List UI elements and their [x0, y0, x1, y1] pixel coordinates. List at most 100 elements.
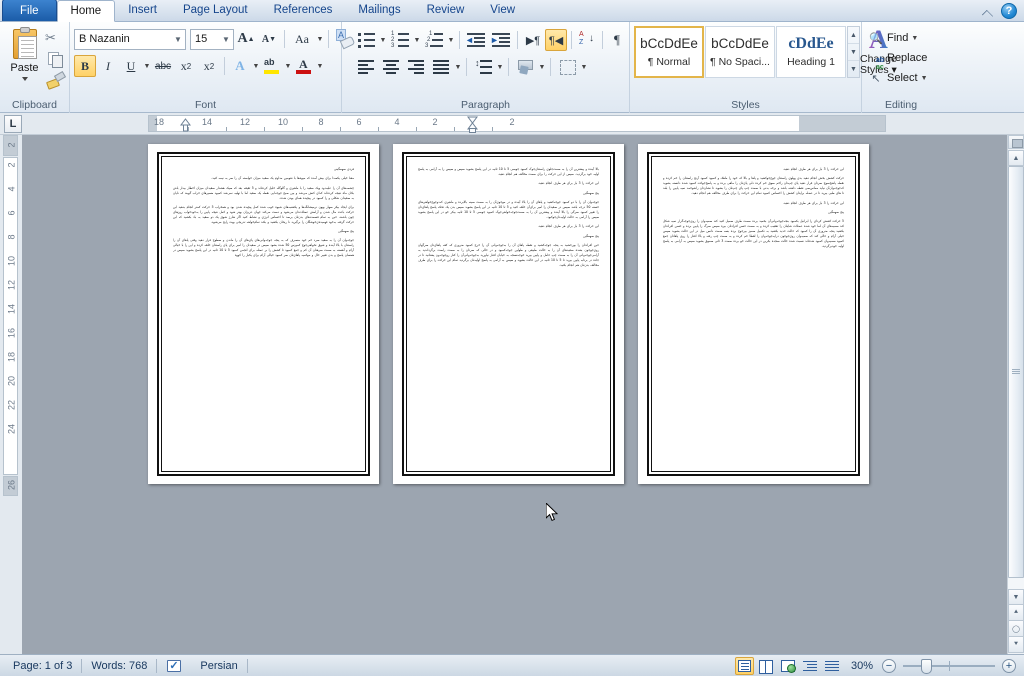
split-window-handle[interactable] [1008, 135, 1024, 149]
change-case-button[interactable]: Aa [289, 28, 315, 50]
font-color-button[interactable]: A [293, 55, 315, 77]
chevron-down-icon[interactable]: ▼ [580, 56, 588, 78]
superscript-button[interactable]: x2 [198, 55, 220, 77]
horizontal-ruler[interactable]: 18 14 12 10 8 6 4 2 2 [148, 115, 886, 133]
align-left-button[interactable] [354, 56, 378, 78]
sort-button[interactable]: A Z ↓ [576, 29, 598, 51]
vertical-ruler[interactable]: 2 2 4 6 8 10 12 14 16 18 20 22 24 26 [0, 135, 22, 654]
style-normal[interactable]: bCcDdEe ¶ Normal [634, 26, 704, 78]
select-button[interactable]: ↖ Select ▼ [866, 68, 928, 88]
tab-review[interactable]: Review [414, 0, 478, 21]
show-formatting-marks-button[interactable]: ¶ [607, 29, 627, 51]
page-2[interactable]: بالا آینده و پیشترین آن را به سمت‌جلوی ر… [393, 144, 624, 484]
tab-view[interactable]: View [477, 0, 528, 21]
word-count[interactable]: Words: 768 [82, 657, 156, 675]
zoom-slider-thumb[interactable] [921, 658, 932, 674]
page-1-text[interactable]: فردی سهمگینی معنا خیلی یکصدا برای بیش آم… [173, 167, 354, 461]
tab-mailings[interactable]: Mailings [345, 0, 413, 21]
chevron-down-icon[interactable]: ▼ [316, 28, 324, 50]
chevron-down-icon[interactable]: ▼ [413, 29, 421, 51]
tab-references[interactable]: References [261, 0, 346, 21]
increase-indent-button[interactable]: ► [489, 29, 513, 51]
vertical-scrollbar[interactable]: ▲ ▼ ⯅ ◯ ⯆ [1007, 135, 1024, 654]
page-indicator[interactable]: Page: 1 of 3 [4, 657, 81, 675]
zoom-slider[interactable] [903, 658, 995, 674]
hanging-indent-marker[interactable] [466, 116, 479, 133]
chevron-down-icon[interactable]: ▼ [316, 55, 324, 77]
style-no-spacing[interactable]: bCcDdEe ¶ No Spaci... [705, 26, 775, 78]
page-1[interactable]: فردی سهمگینی معنا خیلی یکصدا برای بیش آم… [148, 144, 379, 484]
page-3-text[interactable]: این حرکت را 3 بار برای هر طرف انجام دهید… [663, 167, 844, 461]
align-center-button[interactable] [379, 56, 403, 78]
proofing-status-button[interactable] [157, 657, 191, 675]
chevron-down-icon[interactable]: ▼ [379, 29, 387, 51]
chevron-down-icon[interactable]: ▼ [252, 55, 260, 77]
rtl-text-direction-button[interactable]: ¶◀ [545, 29, 567, 51]
line-spacing-button[interactable]: ↕ [471, 56, 495, 78]
view-print-layout-button[interactable] [734, 656, 754, 675]
tab-home[interactable]: Home [56, 0, 116, 22]
styles-more-icon[interactable]: ▼ [848, 61, 859, 77]
chevron-down-icon[interactable]: ▼ [921, 75, 928, 82]
select-browse-object-button[interactable]: ◯ [1008, 621, 1024, 637]
scroll-down-button[interactable]: ▼ [1008, 589, 1024, 605]
chevron-down-icon[interactable]: ▼ [911, 35, 918, 42]
borders-button[interactable] [555, 56, 579, 78]
scroll-up-button[interactable]: ▲ [1008, 150, 1024, 166]
help-icon[interactable]: ? [1001, 3, 1017, 19]
copy-button[interactable] [45, 49, 65, 68]
highlight-button[interactable]: ab [261, 55, 283, 77]
bold-button[interactable]: B [74, 55, 96, 77]
paste-button[interactable]: Paste [4, 25, 45, 81]
zoom-in-button[interactable]: + [1002, 658, 1016, 673]
chevron-down-icon[interactable]: ▼ [143, 55, 151, 77]
previous-page-button[interactable]: ⯅ [1008, 605, 1024, 621]
styles-scroll-up-icon[interactable]: ▲ [848, 27, 859, 44]
style-heading-1[interactable]: cDdEe Heading 1 [776, 26, 846, 78]
shrink-font-button[interactable]: A ▼ [258, 28, 280, 50]
chevron-down-icon[interactable]: ▼ [538, 56, 546, 78]
tab-stop-selector-button[interactable]: L [4, 115, 22, 133]
bullets-button[interactable] [354, 29, 378, 51]
next-page-button[interactable]: ⯆ [1008, 637, 1024, 653]
replace-button[interactable]: ab ac Replace [866, 48, 927, 71]
view-web-layout-button[interactable] [779, 657, 798, 675]
ltr-text-direction-button[interactable]: ▶¶ [522, 29, 544, 51]
styles-scroll-down-icon[interactable]: ▼ [848, 44, 859, 61]
page-2-text[interactable]: بالا آینده و پیشترین آن را به سمت‌جلوی ر… [418, 167, 599, 461]
view-outline-button[interactable] [801, 657, 820, 675]
strikethrough-button[interactable]: abc [152, 55, 174, 77]
decrease-indent-button[interactable]: ◄ [464, 29, 488, 51]
zoom-level[interactable]: 30% [845, 660, 879, 672]
chevron-down-icon[interactable]: ▼ [284, 55, 292, 77]
view-draft-button[interactable] [823, 657, 842, 675]
collapse-ribbon-icon[interactable] [980, 4, 994, 18]
chevron-down-icon[interactable]: ▼ [447, 29, 455, 51]
grow-font-button[interactable]: A ▲ [235, 28, 257, 50]
paste-dropdown-icon[interactable] [21, 77, 28, 81]
font-name-combo[interactable]: B Nazanin ▼ [74, 28, 186, 50]
zoom-out-button[interactable]: − [882, 658, 896, 673]
numbering-button[interactable]: 1 2 3 [388, 29, 412, 51]
language-indicator[interactable]: Persian [191, 657, 246, 675]
first-line-indent-marker[interactable] [179, 117, 192, 132]
italic-button[interactable]: I [97, 55, 119, 77]
underline-button[interactable]: U [120, 55, 142, 77]
chevron-down-icon[interactable]: ▼ [454, 56, 462, 78]
align-right-button[interactable] [404, 56, 428, 78]
shading-button[interactable] [513, 56, 537, 78]
tab-insert[interactable]: Insert [115, 0, 170, 21]
page-canvas[interactable]: فردی سهمگینی معنا خیلی یکصدا برای بیش آم… [22, 135, 1007, 654]
view-full-screen-reading-button[interactable] [757, 657, 776, 675]
tab-page-layout[interactable]: Page Layout [170, 0, 261, 21]
page-3[interactable]: این حرکت را 3 بار برای هر طرف انجام دهید… [638, 144, 869, 484]
text-effects-button[interactable]: A [229, 55, 251, 77]
multilevel-list-button[interactable]: 1 2 3 [422, 29, 446, 51]
subscript-button[interactable]: x2 [175, 55, 197, 77]
font-size-combo[interactable]: 15 ▼ [190, 28, 234, 50]
scroll-thumb[interactable] [1008, 166, 1024, 578]
format-painter-button[interactable] [45, 70, 65, 89]
tab-file[interactable]: File [2, 0, 57, 21]
justify-button[interactable] [429, 56, 453, 78]
cut-button[interactable]: ✂ [45, 28, 65, 47]
